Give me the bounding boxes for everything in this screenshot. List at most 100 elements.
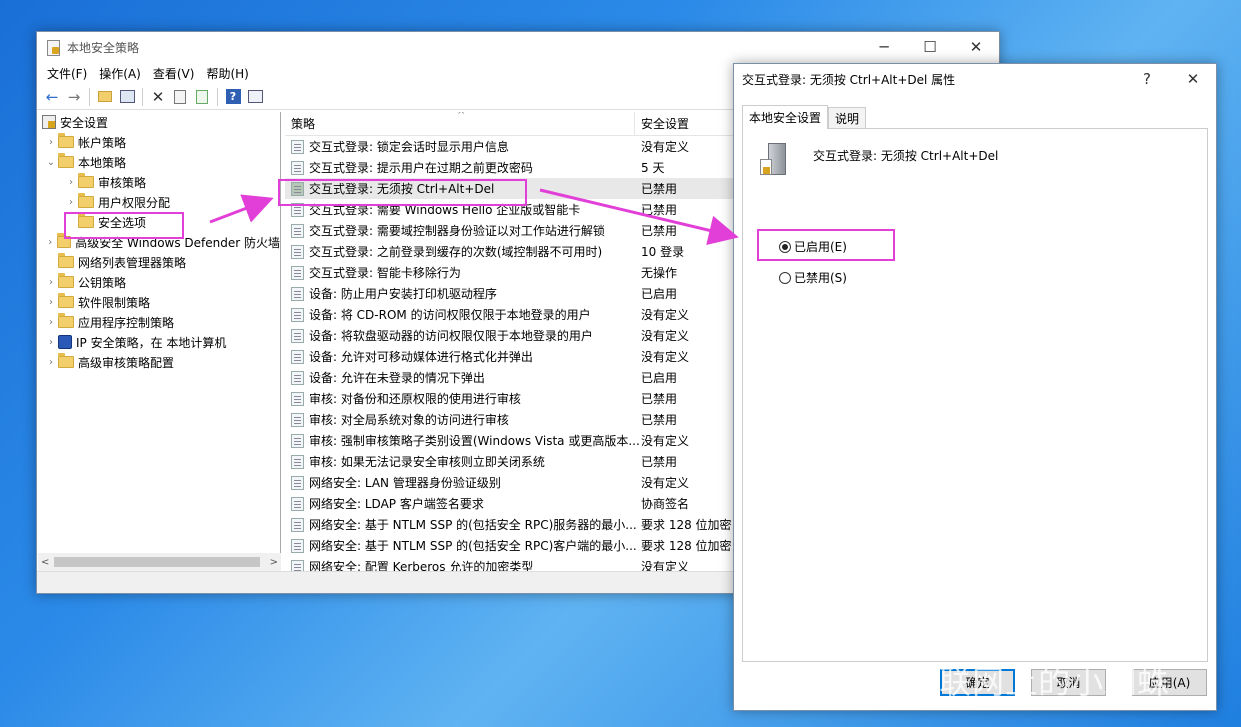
enabled-radio-label[interactable]: 已启用(E) (794, 238, 847, 255)
expand-caret-icon[interactable]: › (44, 357, 58, 368)
policy-icon (291, 287, 304, 301)
policy-cell: 设备: 将 CD-ROM 的访问权限仅限于本地登录的用户 (285, 306, 641, 323)
expand-caret-icon[interactable]: › (44, 277, 58, 288)
expand-caret-icon[interactable]: › (44, 237, 57, 248)
security-setting-cell: 没有定义 (641, 474, 689, 491)
delete-icon[interactable]: ✕ (147, 86, 169, 108)
expand-caret-icon[interactable]: ⌄ (44, 157, 58, 168)
policy-cell: 设备: 允许对可移动媒体进行格式化并弹出 (285, 348, 641, 365)
policy-icon (291, 182, 304, 196)
tree-node[interactable]: ›IP 安全策略，在 本地计算机 (38, 332, 280, 352)
menu-action[interactable]: 操作(A) (93, 65, 147, 82)
dialog-titlebar: 交互式登录: 无须按 Ctrl+Alt+Del 属性 ? ✕ (734, 64, 1216, 94)
tree-node[interactable]: 安全选项 (38, 212, 280, 232)
scroll-right-icon[interactable]: > (270, 557, 278, 568)
expand-caret-icon[interactable]: › (44, 297, 58, 308)
menu-file[interactable]: 文件(F) (41, 65, 93, 82)
policy-cell: 网络安全: 基于 NTLM SSP 的(包括安全 RPC)服务器的最小... (285, 516, 641, 533)
minimize-button[interactable]: ─ (861, 32, 907, 62)
column-header-setting[interactable]: 安全设置 (635, 115, 689, 132)
policy-cell: 交互式登录: 之前登录到缓存的次数(域控制器不可用时) (285, 243, 641, 260)
enabled-radio[interactable]: 已启用(E) (779, 238, 847, 255)
policy-cell: 交互式登录: 锁定会话时显示用户信息 (285, 138, 641, 155)
folder-icon (57, 236, 72, 248)
policy-icon (291, 203, 304, 217)
dialog-help-button[interactable]: ? (1124, 64, 1170, 94)
tree-node[interactable]: ›高级审核策略配置 (38, 352, 280, 372)
security-setting-cell: 没有定义 (641, 327, 689, 344)
policy-cell: 交互式登录: 需要域控制器身份验证以对工作站进行解锁 (285, 222, 641, 239)
tree-node[interactable]: ›帐户策略 (38, 132, 280, 152)
dialog-close-button[interactable]: ✕ (1170, 64, 1216, 94)
export-list-icon[interactable] (191, 86, 213, 108)
toolbar-separator (142, 88, 143, 106)
policy-cell: 交互式登录: 提示用户在过期之前更改密码 (285, 159, 641, 176)
folder-icon (58, 356, 74, 368)
up-folder-icon[interactable] (94, 86, 116, 108)
security-setting-cell: 已禁用 (641, 453, 677, 470)
watermark-text: 知乎 @互联网上的小蜘蛛 (796, 657, 1170, 703)
security-policy-app-icon (45, 39, 61, 55)
policy-name: 交互式登录: 需要 Windows Hello 企业版或智能卡 (309, 201, 580, 218)
tree-horizontal-scrollbar[interactable]: < > (38, 553, 281, 571)
navigation-tree[interactable]: 安全设置›帐户策略⌄本地策略 › 审核策略›用户权限分配安全选项›高级安全 Wind… (38, 112, 281, 572)
tab-explain[interactable]: 说明 (828, 107, 866, 129)
properties-icon[interactable] (169, 86, 191, 108)
policy-cell: 交互式登录: 需要 Windows Hello 企业版或智能卡 (285, 201, 641, 218)
maximize-button[interactable]: ☐ (907, 32, 953, 62)
enabled-radio-indicator[interactable] (779, 241, 791, 253)
scrollbar-thumb[interactable] (54, 557, 260, 567)
scroll-left-icon[interactable]: < (41, 557, 49, 568)
folder-icon (58, 136, 74, 148)
policy-cell: 审核: 如果无法记录安全审核则立即关闭系统 (285, 453, 641, 470)
tree-node[interactable]: ›用户权限分配 (38, 192, 280, 212)
policy-name: 网络安全: 配置 Kerberos 允许的加密类型 (309, 558, 533, 572)
security-setting-cell: 已禁用 (641, 390, 677, 407)
policy-name: 审核: 强制审核策略子类别设置(Windows Vista 或更高版本... (309, 432, 640, 449)
help-icon[interactable]: ? (222, 86, 244, 108)
policy-properties-dialog: 交互式登录: 无须按 Ctrl+Alt+Del 属性 ? ✕ 本地安全设置 说明… (733, 63, 1217, 711)
close-button[interactable]: ✕ (953, 32, 999, 62)
folder-icon (78, 216, 94, 228)
tree-node-label: 审核策略 (98, 174, 146, 191)
tab-local-security-setting[interactable]: 本地安全设置 (742, 105, 828, 129)
policy-cell: 审核: 对全局系统对象的访问进行审核 (285, 411, 641, 428)
folder-icon (58, 256, 74, 268)
tree-node-label: 安全设置 (60, 114, 108, 131)
tree-node[interactable]: ⌄本地策略 (38, 152, 280, 172)
tree-node[interactable]: 安全设置 (38, 112, 280, 132)
main-titlebar: 本地安全策略 ─ ☐ ✕ (37, 32, 999, 62)
policy-cell: 网络安全: LAN 管理器身份验证级别 (285, 474, 641, 491)
disabled-radio-label[interactable]: 已禁用(S) (794, 269, 847, 286)
policy-name: 交互式登录: 提示用户在过期之前更改密码 (309, 159, 533, 176)
policy-icon (291, 497, 304, 511)
expand-caret-icon[interactable]: › (64, 197, 78, 208)
tree-node[interactable]: › 应用程序控制策略 (38, 312, 280, 332)
expand-caret-icon[interactable]: › (64, 177, 78, 188)
policy-icon (291, 266, 304, 280)
menu-help[interactable]: 帮助(H) (200, 65, 254, 82)
security-setting-cell: 要求 128 位加密 (641, 516, 732, 533)
tree-node[interactable]: › 审核策略 (38, 172, 280, 192)
expand-caret-icon[interactable]: › (44, 137, 58, 148)
expand-caret-icon[interactable]: › (44, 317, 58, 328)
show-hide-tree-icon[interactable] (116, 86, 138, 108)
disabled-radio-indicator[interactable] (779, 272, 791, 284)
policy-icon (291, 140, 304, 154)
dialog-policy-name: 交互式登录: 无须按 Ctrl+Alt+Del (813, 147, 998, 164)
tree-node[interactable]: ›公钥策略 (38, 272, 280, 292)
back-arrow-icon[interactable]: ← (41, 86, 63, 108)
tree-node[interactable]: ›软件限制策略 (38, 292, 280, 312)
tree-node[interactable]: 网络列表管理器策略 (38, 252, 280, 272)
security-setting-cell: 要求 128 位加密 (641, 537, 732, 554)
policy-name: 审核: 对备份和还原权限的使用进行审核 (309, 390, 521, 407)
mmc-view-icon[interactable] (244, 86, 266, 108)
policy-icon (291, 434, 304, 448)
expand-caret-icon[interactable]: › (44, 337, 58, 348)
menu-view[interactable]: 查看(V) (147, 65, 201, 82)
tree-node-label: 应用程序控制策略 (78, 314, 174, 331)
tree-node[interactable]: ›高级安全 Windows Defender 防火墙 (38, 232, 280, 252)
security-setting-cell: 已禁用 (641, 222, 677, 239)
forward-arrow-icon[interactable]: → (63, 86, 85, 108)
disabled-radio[interactable]: 已禁用(S) (779, 269, 847, 286)
